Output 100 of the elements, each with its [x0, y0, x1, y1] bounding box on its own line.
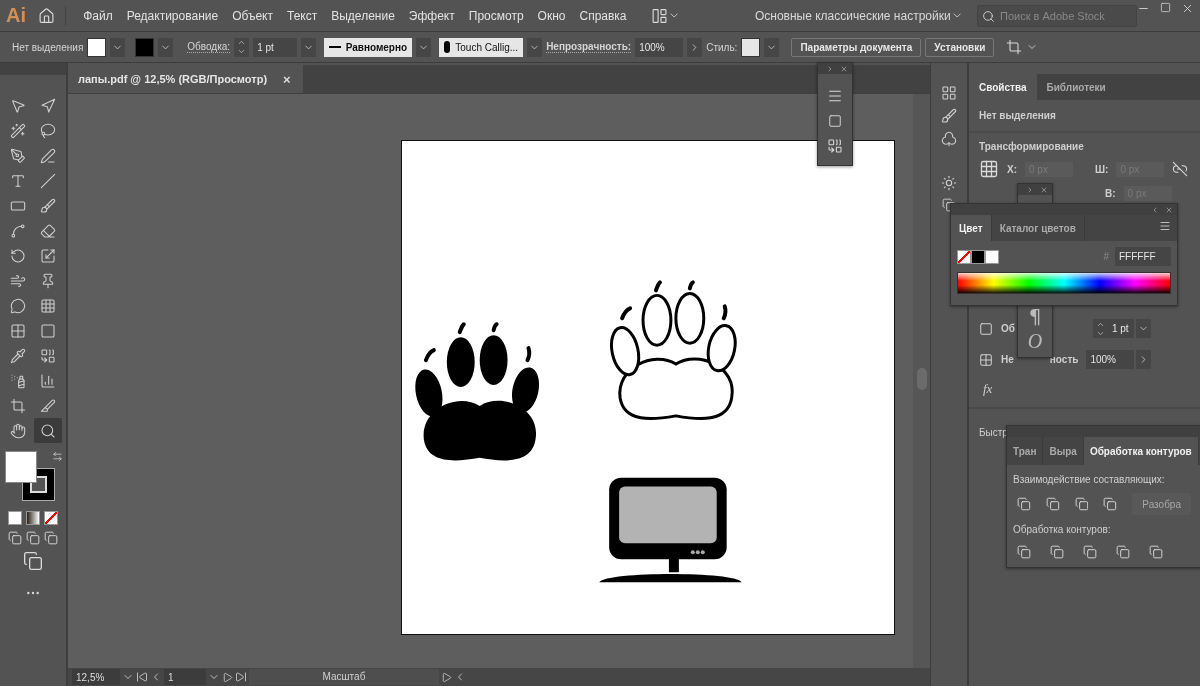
document-tab[interactable]: лапы.pdf @ 12,5% (RGB/Просмотр) × — [68, 65, 303, 93]
close-icon[interactable] — [1040, 185, 1048, 194]
panel-tab[interactable]: Свойства — [969, 74, 1037, 100]
opacity-label[interactable]: ность — [1049, 354, 1079, 365]
default-stroke-swatch[interactable] — [971, 249, 985, 264]
panel-tab[interactable]: Библиотеки — [1036, 74, 1116, 100]
toolbar-button[interactable]: Установки — [925, 37, 995, 57]
menu-item[interactable]: Просмотр — [461, 8, 531, 23]
tool-button[interactable] — [34, 418, 62, 443]
paragraph-glyph[interactable]: ¶ — [1028, 304, 1042, 328]
type-icon — [10, 172, 26, 189]
brushes-icon[interactable] — [941, 108, 957, 124]
menu-item[interactable]: Окно — [530, 8, 573, 23]
eyedropper-icon — [10, 347, 26, 364]
eraser-icon — [40, 222, 56, 239]
status-tool-label: Масштаб — [249, 669, 439, 685]
collapse-icon[interactable] — [1151, 205, 1159, 214]
club-icon[interactable] — [941, 131, 957, 147]
bar-chart-icon — [40, 372, 56, 389]
page-field[interactable]: 1 — [164, 669, 206, 685]
document-title: лапы.pdf @ 12,5% (RGB/Просмотр) — [78, 73, 268, 85]
stroke-weight-field[interactable]: 1 pt — [1107, 319, 1134, 338]
toolbar-button[interactable]: Параметры документа — [791, 37, 922, 57]
mesh-icon — [10, 322, 26, 339]
swap-icon[interactable] — [52, 451, 63, 462]
glyph-letter[interactable]: O — [1027, 330, 1043, 353]
unlinked-icon[interactable] — [1172, 161, 1189, 177]
grid-panel-icon[interactable] — [941, 85, 957, 101]
close-icon[interactable] — [1165, 205, 1173, 214]
first-page-icon[interactable] — [136, 671, 148, 683]
collapse-icon[interactable] — [826, 64, 834, 73]
default-fill-swatch[interactable] — [985, 249, 999, 264]
selection-status: Нет выделения — [12, 41, 84, 53]
menu-icon[interactable] — [1159, 220, 1171, 232]
brush-icon — [40, 197, 56, 214]
warp-icon — [10, 272, 26, 289]
home-icon[interactable] — [38, 6, 56, 25]
close-icon[interactable] — [1181, 2, 1194, 15]
menu-item[interactable]: Эффект — [401, 8, 462, 23]
play-icon[interactable] — [441, 671, 452, 683]
opacity-field[interactable]: 100% — [1086, 350, 1135, 369]
stroke-label[interactable]: Об — [1001, 323, 1015, 334]
app-logo: Ai — [6, 4, 27, 27]
checker-icon[interactable] — [979, 352, 993, 367]
fill-swatch[interactable] — [87, 37, 107, 57]
menu-item[interactable]: Справка — [572, 8, 634, 23]
stroke-square-icon[interactable] — [979, 321, 993, 336]
stroke-weight-field[interactable]: 1 pt — [253, 37, 298, 57]
next-page-icon[interactable] — [222, 671, 233, 683]
menu-item[interactable]: Редактирование — [119, 8, 226, 23]
last-page-icon[interactable] — [235, 671, 247, 683]
reference-point-icon[interactable] — [979, 159, 999, 179]
hand-icon — [10, 422, 26, 439]
fx-label[interactable]: fx — [983, 381, 993, 397]
field-label: X: — [1007, 163, 1017, 175]
pin-icon — [40, 272, 56, 289]
collapse-icon[interactable] — [1026, 185, 1034, 194]
close-icon[interactable] — [840, 64, 848, 73]
panel-tab[interactable]: Каталог цветов — [991, 215, 1085, 241]
sun-icon[interactable] — [941, 175, 957, 191]
draw-mode-icon[interactable] — [26, 531, 40, 545]
none-swatch[interactable] — [957, 249, 971, 264]
hex-field[interactable]: FFFFFF — [1115, 247, 1171, 266]
opacity-label[interactable]: Непрозрачность: — [546, 41, 632, 53]
close-tab-button[interactable]: × — [283, 71, 291, 87]
opacity-label[interactable]: Не — [1001, 354, 1014, 365]
panel-tab[interactable]: Выра — [1043, 437, 1084, 465]
maximize-icon[interactable] — [1160, 2, 1171, 13]
line-icon — [40, 172, 56, 189]
opacity-field[interactable]: 100% — [635, 37, 684, 57]
menu-item[interactable]: Выделение — [324, 8, 402, 23]
panel-tab[interactable]: Цвет — [951, 215, 992, 241]
gradient-mode-swatch[interactable] — [26, 511, 40, 525]
stroke-spinner[interactable] — [234, 37, 250, 57]
color-mode-swatch[interactable] — [8, 511, 22, 525]
draw-mode-icon[interactable] — [44, 531, 58, 545]
workspace-layout-icon[interactable] — [650, 6, 668, 25]
menu-item[interactable]: Файл — [76, 8, 120, 23]
align-lines-icon[interactable] — [827, 88, 843, 104]
zoom-field[interactable]: 12,5% — [72, 669, 120, 685]
profile-field[interactable]: Равномерно — [324, 37, 413, 57]
draw-mode-icon[interactable] — [8, 531, 22, 545]
stroke-swatch[interactable] — [135, 37, 155, 57]
screen-mode-icon[interactable] — [23, 551, 43, 571]
section-title: Трансформирование — [979, 141, 1085, 152]
pen-icon — [10, 147, 26, 164]
panel-tab[interactable]: Обработка контуров — [1083, 437, 1199, 465]
fill-color-swatch[interactable] — [5, 451, 37, 483]
stroke-spinner[interactable] — [1092, 319, 1108, 338]
style-swatch[interactable] — [741, 37, 761, 57]
down-icon — [237, 47, 247, 56]
color-spectrum[interactable] — [957, 272, 1171, 294]
brush-field[interactable]: Touch Callig... — [439, 37, 524, 57]
stroke-label[interactable]: Обводка: — [187, 41, 231, 53]
panel-tab[interactable]: Тран — [1007, 437, 1044, 465]
workspace-switcher[interactable]: Основные классические настройки — [754, 8, 951, 23]
scale-icon — [40, 247, 56, 264]
none-mode-swatch[interactable] — [44, 511, 58, 525]
menu-item[interactable]: Объект — [225, 8, 280, 23]
menu-item[interactable]: Текст — [280, 8, 325, 23]
